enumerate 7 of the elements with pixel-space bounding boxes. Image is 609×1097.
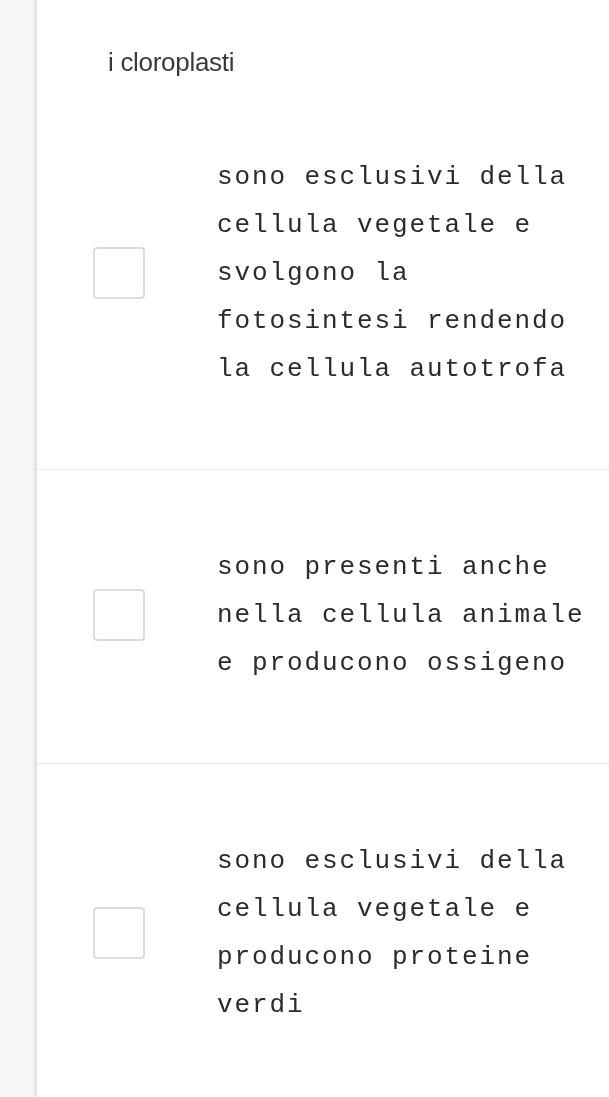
checkbox[interactable] <box>93 247 145 299</box>
option-text: sono esclusivi della cellula vegetale e svolgono la fotosintesi rendendo la cellula autotrofa <box>217 161 569 386</box>
checkbox[interactable] <box>93 589 145 641</box>
option-text: sono esclusivi della cellula vegetale e producono proteine verdi <box>217 845 569 1022</box>
question-title: i cloroplasti <box>108 46 235 79</box>
checkbox[interactable] <box>93 907 145 959</box>
option-text: sono presenti anche nella cellula animale e producono ossigeno <box>217 551 586 680</box>
